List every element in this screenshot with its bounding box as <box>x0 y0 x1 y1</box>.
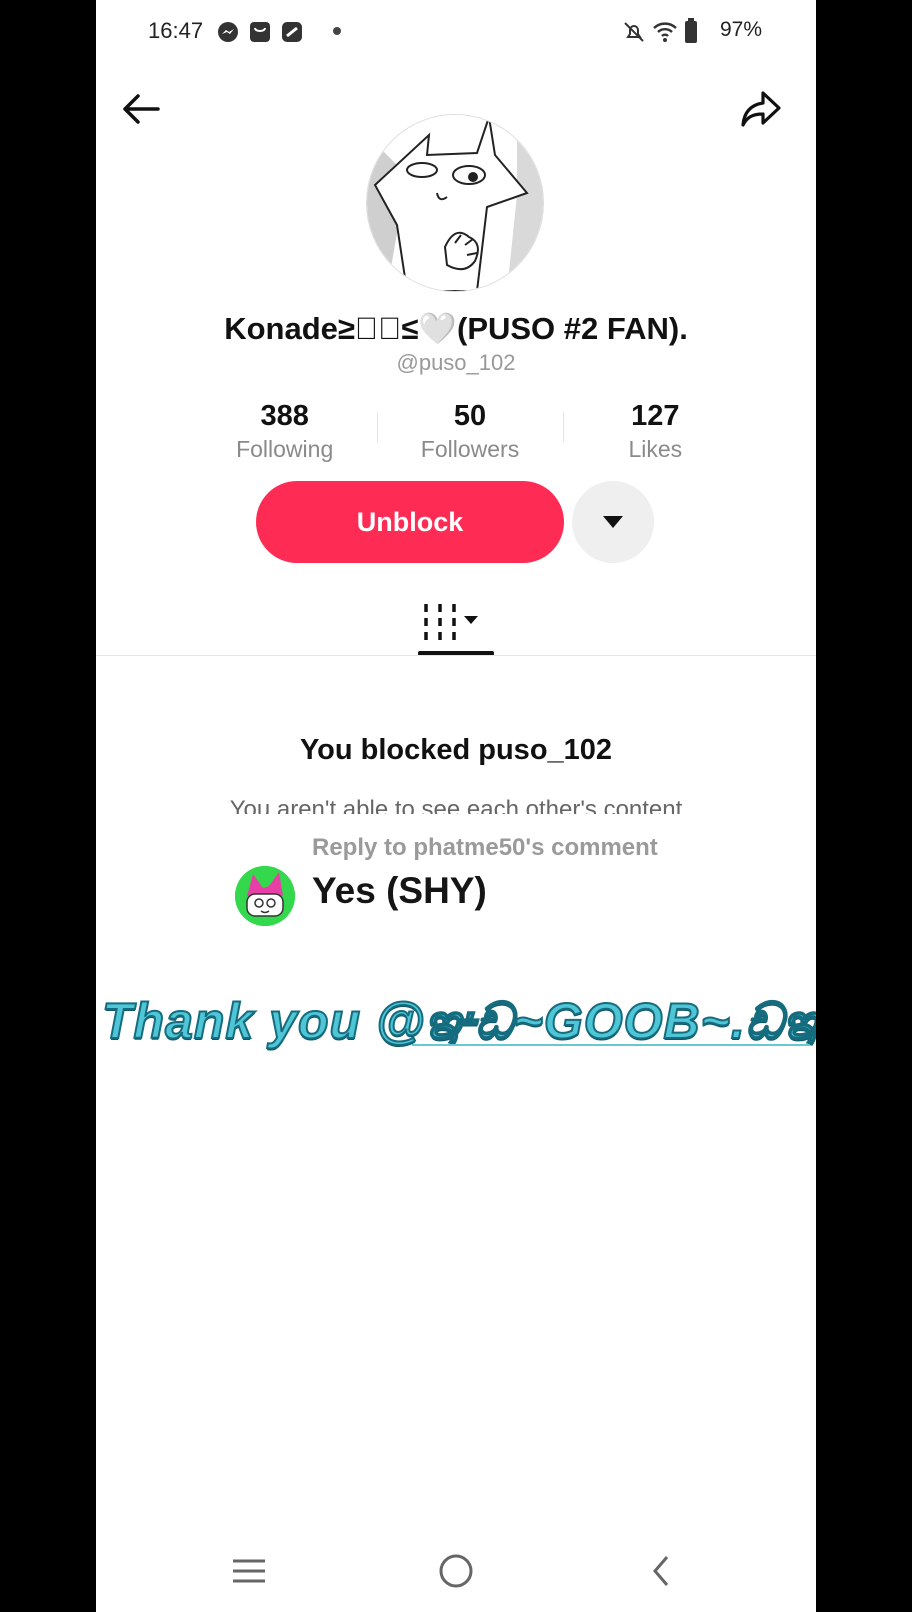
more-options-button[interactable] <box>572 481 654 563</box>
stat-value: 388 <box>260 400 309 432</box>
reply-text: Yes (SHY) <box>312 870 487 911</box>
mute-icon <box>624 22 644 42</box>
unblock-button[interactable]: Unblock <box>256 481 564 563</box>
stat-label: Followers <box>420 436 520 462</box>
status-bar: 16:47 97% <box>96 0 816 62</box>
thank-you-caption: Thank you @ఞඩ~GOOB~.ඩఞ <box>101 992 816 1050</box>
stat-followers[interactable]: 50 Followers <box>377 398 562 468</box>
battery-percent: 97% <box>719 18 762 41</box>
recents-button[interactable] <box>224 1546 274 1596</box>
stat-likes[interactable]: 127 Likes <box>562 398 748 468</box>
commenter-avatar-illustration <box>235 866 295 926</box>
mention-underline <box>412 1044 810 1046</box>
home-circle-icon <box>439 1554 473 1588</box>
dot-icon <box>333 27 341 35</box>
profile-handle: @puso_102 <box>396 350 516 375</box>
messenger-icon <box>218 22 238 42</box>
back-arrow-icon <box>123 94 160 124</box>
tab-videos-grid[interactable] <box>414 598 500 646</box>
avatar-illustration <box>367 115 543 291</box>
battery-icon <box>685 18 697 43</box>
share-arrow-icon <box>741 91 781 127</box>
stat-value: 127 <box>631 400 680 432</box>
back-button[interactable] <box>116 84 166 134</box>
chevron-left-icon <box>653 1556 669 1586</box>
blocked-subtitle-container: You aren't able to see each other's cont… <box>96 786 816 814</box>
system-nav-bar <box>96 1528 816 1612</box>
app-icon <box>282 22 302 42</box>
profile-name: Konade≥ᡃ⃝≤🤍(PUSO #2 FAN). <box>224 311 688 346</box>
stat-label: Likes <box>628 436 683 462</box>
stat-following[interactable]: 388 Following <box>192 398 377 468</box>
blocked-title: You blocked puso_102 <box>299 734 613 766</box>
stat-value: 50 <box>453 400 487 432</box>
commenter-avatar <box>235 866 295 926</box>
stat-label: Following <box>236 436 334 462</box>
profile-screen: 16:47 97% Konade≥ᡃ⃝≤🤍(PUSO #2 FAN). @pus… <box>96 0 816 1612</box>
menu-lines-icon <box>233 1559 265 1583</box>
bag-icon <box>250 22 270 42</box>
system-back-button[interactable] <box>636 1546 686 1596</box>
blocked-subtitle: You aren't able to see each other's cont… <box>229 796 683 814</box>
reply-label: Reply to phatme50's comment <box>312 834 658 861</box>
profile-stats: 388 Following 50 Followers 127 Likes <box>192 398 748 468</box>
status-time: 16:47 <box>148 18 204 43</box>
wifi-icon <box>653 22 677 42</box>
grid-icon <box>424 604 478 640</box>
caret-down-icon <box>603 516 623 528</box>
home-button[interactable] <box>431 1546 481 1596</box>
share-button[interactable] <box>736 84 786 134</box>
profile-avatar[interactable] <box>366 114 544 292</box>
tab-divider <box>96 655 816 656</box>
